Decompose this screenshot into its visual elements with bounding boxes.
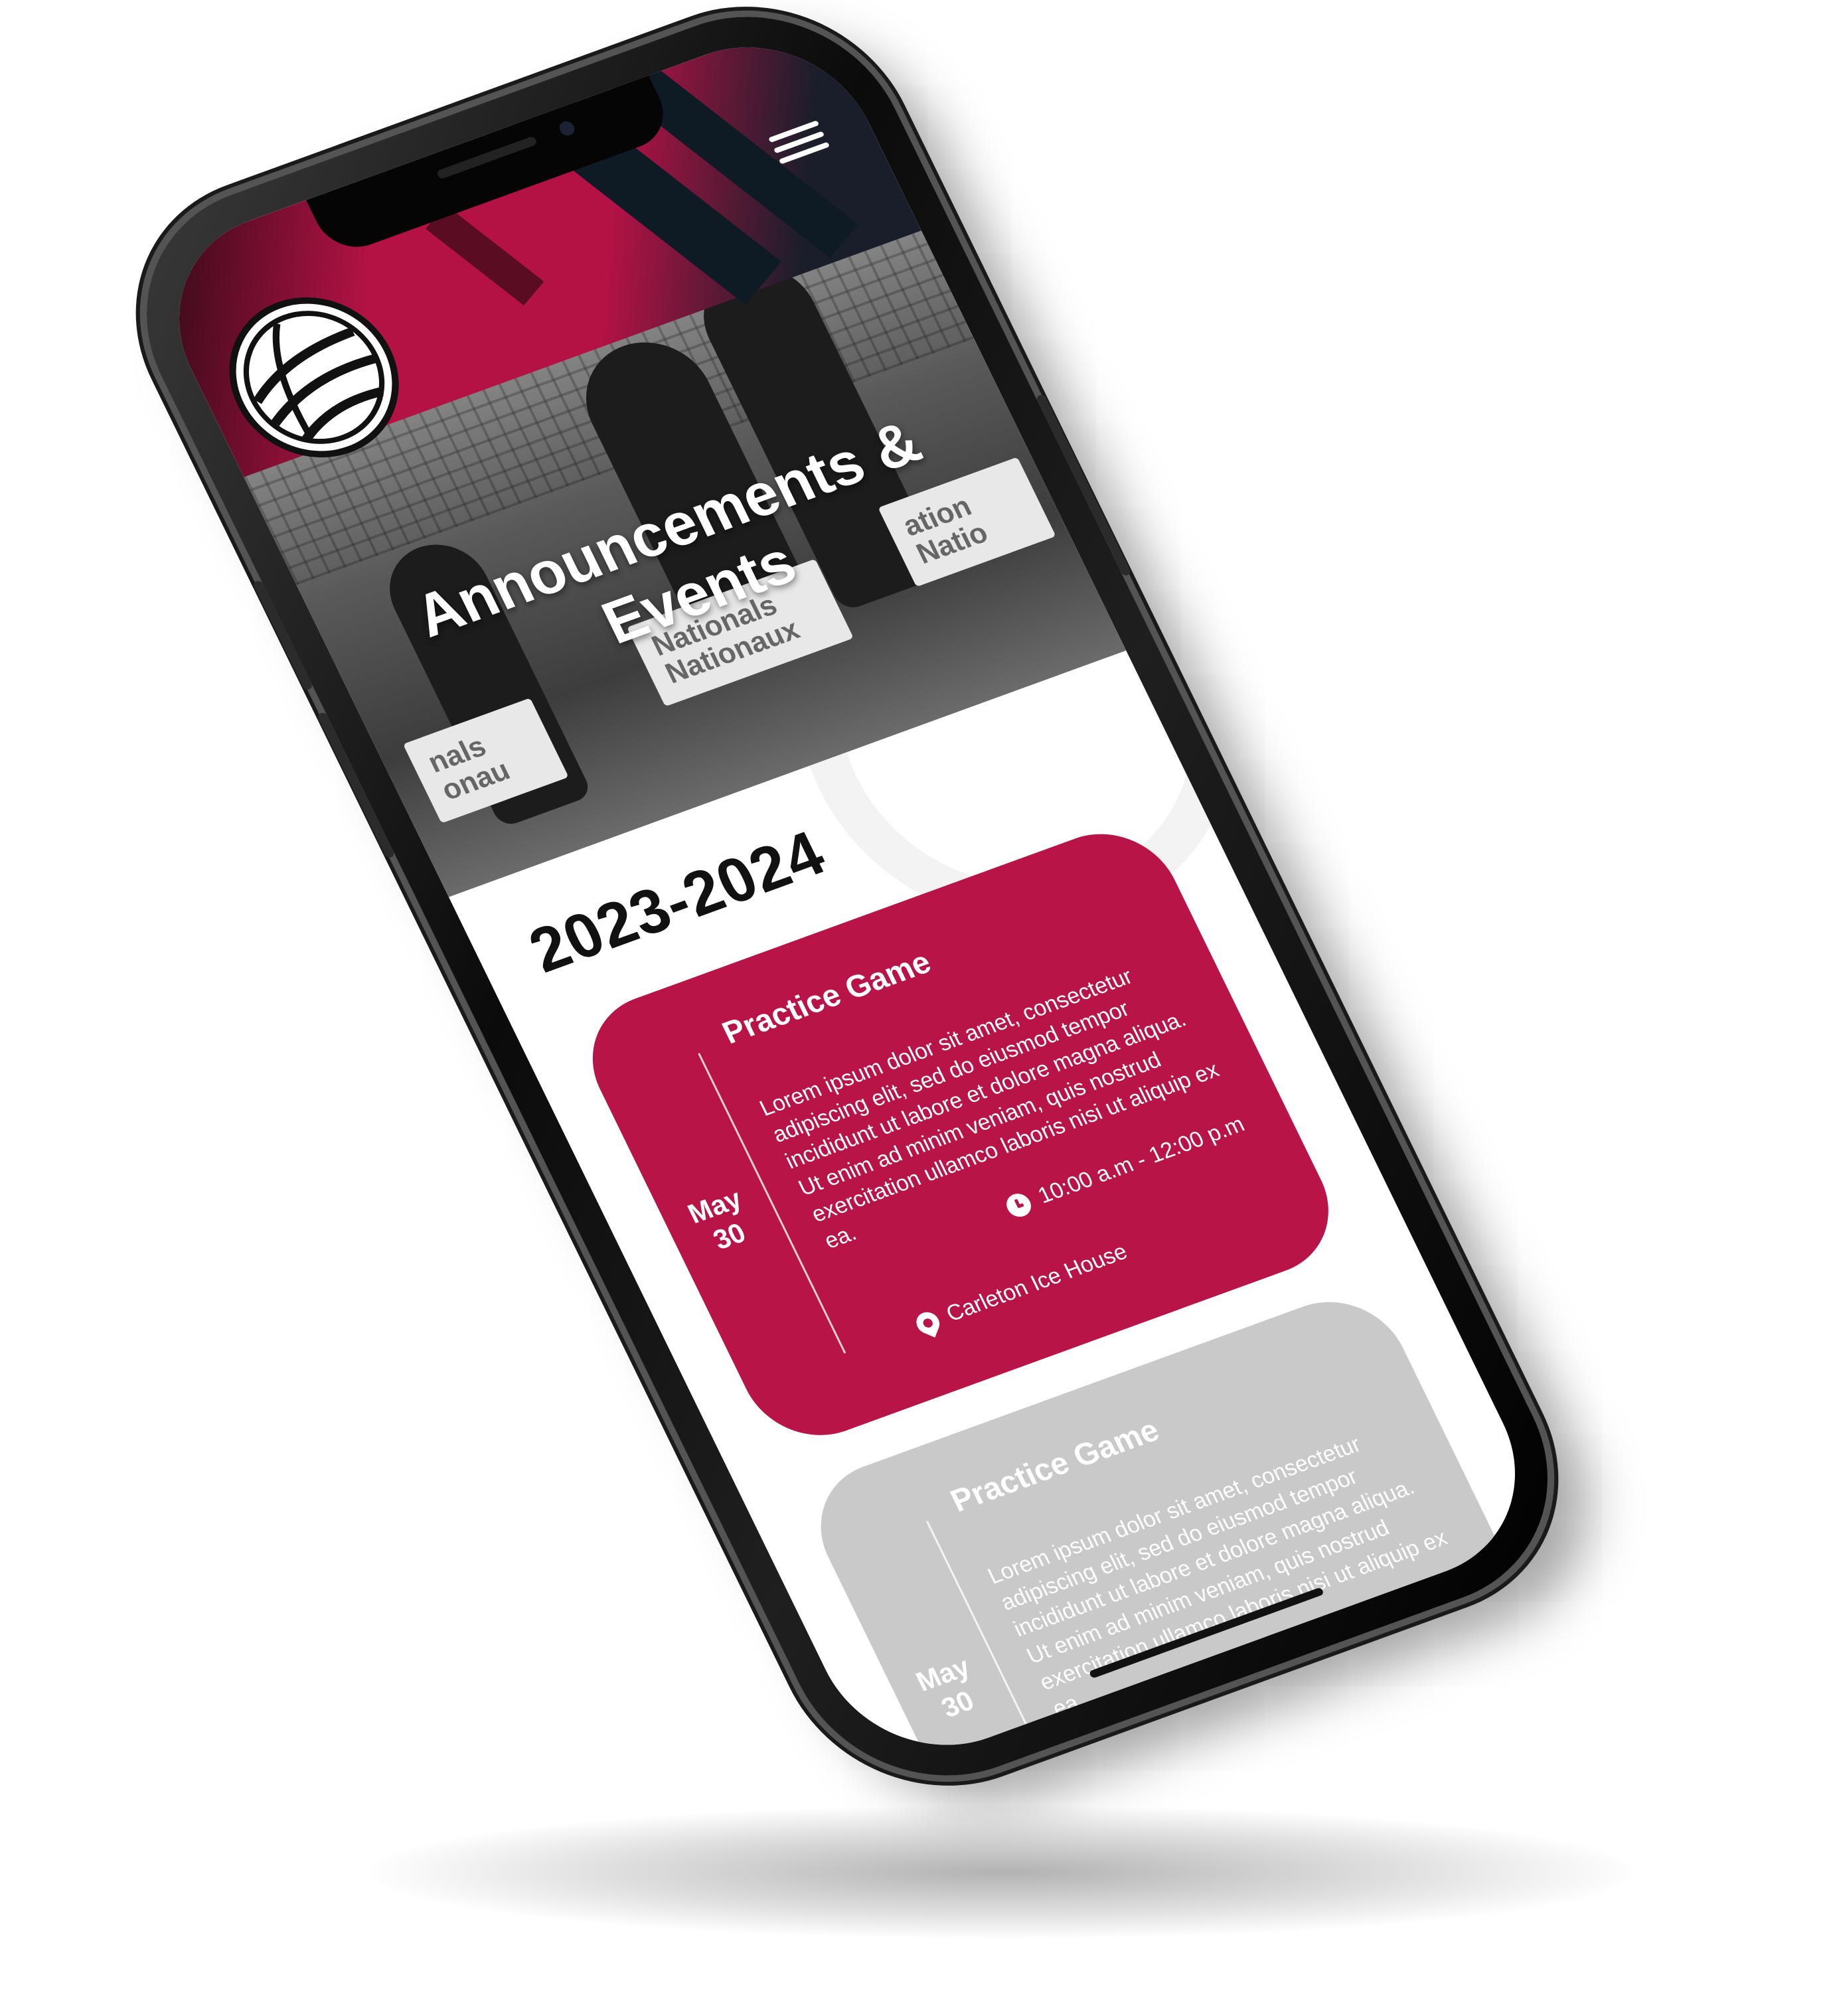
event-title: Practice Game — [945, 1413, 1165, 1519]
location-pin-icon — [913, 1308, 943, 1338]
event-title: Practice Game — [717, 945, 937, 1051]
phone-screen: Nationals Nationaux nals onau ation Nati… — [138, 14, 1556, 1778]
clock-icon — [1002, 1190, 1036, 1220]
event-location: Carleton Ice House — [912, 1239, 1131, 1338]
phone-mockup: Nationals Nationaux nals onau ation Nati… — [97, 0, 1597, 1816]
header-brush-stroke — [426, 204, 544, 306]
phone-shadow — [372, 1806, 1633, 1938]
event-location-text: Carleton Ice House — [942, 1239, 1132, 1327]
front-camera — [557, 119, 578, 138]
